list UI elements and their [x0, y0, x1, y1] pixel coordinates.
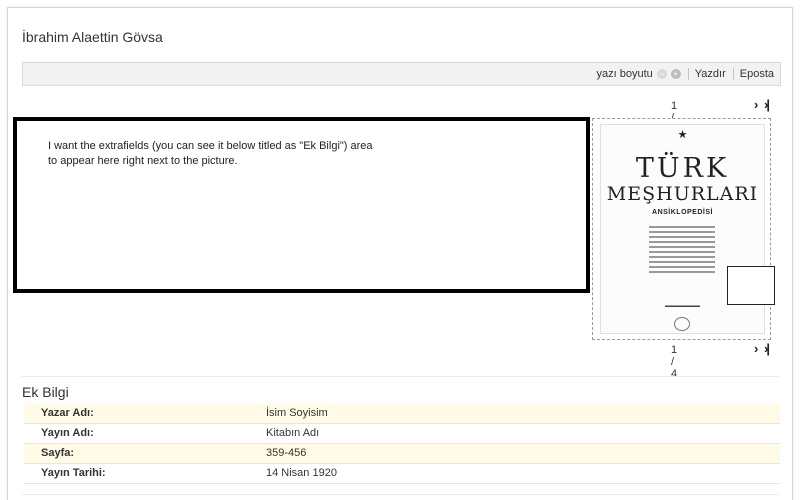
star-icon: ★ — [677, 129, 688, 141]
font-size-label: yazı boyutu — [596, 68, 653, 80]
cover-text-block — [649, 223, 715, 276]
email-button[interactable]: Eposta — [740, 68, 774, 80]
field-value: 14 Nisan 1920 — [266, 467, 337, 479]
toolbar-divider — [732, 68, 734, 80]
cover-tab — [727, 266, 775, 305]
book-image-frame[interactable]: ★ TÜRK MEŞHURLARI ANSİKLOPEDİSİ ▬▬▬▬▬▬▬ — [592, 118, 775, 340]
table-row: Yayın Adı: Kitabın Adı — [24, 424, 780, 444]
field-label: Sayfa: — [41, 447, 75, 459]
divider — [22, 494, 779, 495]
next-page-icon[interactable]: › — [754, 341, 759, 356]
field-value: Kitabın Adı — [266, 427, 320, 439]
field-value: İsim Soyisim — [266, 407, 328, 419]
cover-title-line: MEŞHURLARI — [606, 183, 759, 205]
annotation-line: I want the extrafields (you can see it b… — [48, 140, 373, 152]
print-button[interactable]: Yazdır — [695, 68, 726, 80]
annotation-box: I want the extrafields (you can see it b… — [13, 117, 590, 293]
book-cover-image: ★ TÜRK MEŞHURLARI ANSİKLOPEDİSİ ▬▬▬▬▬▬▬ — [600, 124, 775, 334]
next-page-icon[interactable]: › — [754, 97, 759, 112]
field-label: Yazar Adı: — [41, 407, 94, 419]
table-row: Yayın Tarihi: 14 Nisan 1920 — [24, 464, 780, 484]
field-value: 359-456 — [266, 447, 307, 459]
increase-font-icon[interactable]: + — [670, 69, 681, 79]
annotation-text: I want the extrafields (you can see it b… — [48, 139, 408, 169]
last-page-icon[interactable]: ›| — [764, 341, 770, 356]
table-row: Sayfa: 359-456 — [24, 444, 780, 464]
cover-title-line: TÜRK — [635, 153, 730, 184]
page-title: İbrahim Alaettin Gövsa — [22, 29, 163, 45]
extrafields-table: Yazar Adı: İsim Soyisim Yayın Adı: Kitab… — [24, 404, 780, 484]
decrease-font-icon[interactable]: − — [656, 69, 667, 79]
field-label: Yayın Tarihi: — [41, 467, 106, 479]
table-row: Yazar Adı: İsim Soyisim — [24, 404, 780, 424]
cover-subtitle: ANSİKLOPEDİSİ — [652, 209, 713, 216]
annotation-line: to appear here right next to the picture… — [48, 155, 238, 167]
toolbar-divider — [687, 68, 689, 80]
article-toolbar: yazı boyutu − + Yazdır Eposta — [22, 62, 781, 86]
extrafields-title: Ek Bilgi — [22, 384, 69, 400]
emblem-icon — [674, 317, 690, 331]
field-label: Yayın Adı: — [41, 427, 94, 439]
divider — [22, 376, 779, 377]
page-count: 1 / 4 — [671, 344, 678, 380]
last-page-icon[interactable]: ›| — [764, 97, 770, 112]
